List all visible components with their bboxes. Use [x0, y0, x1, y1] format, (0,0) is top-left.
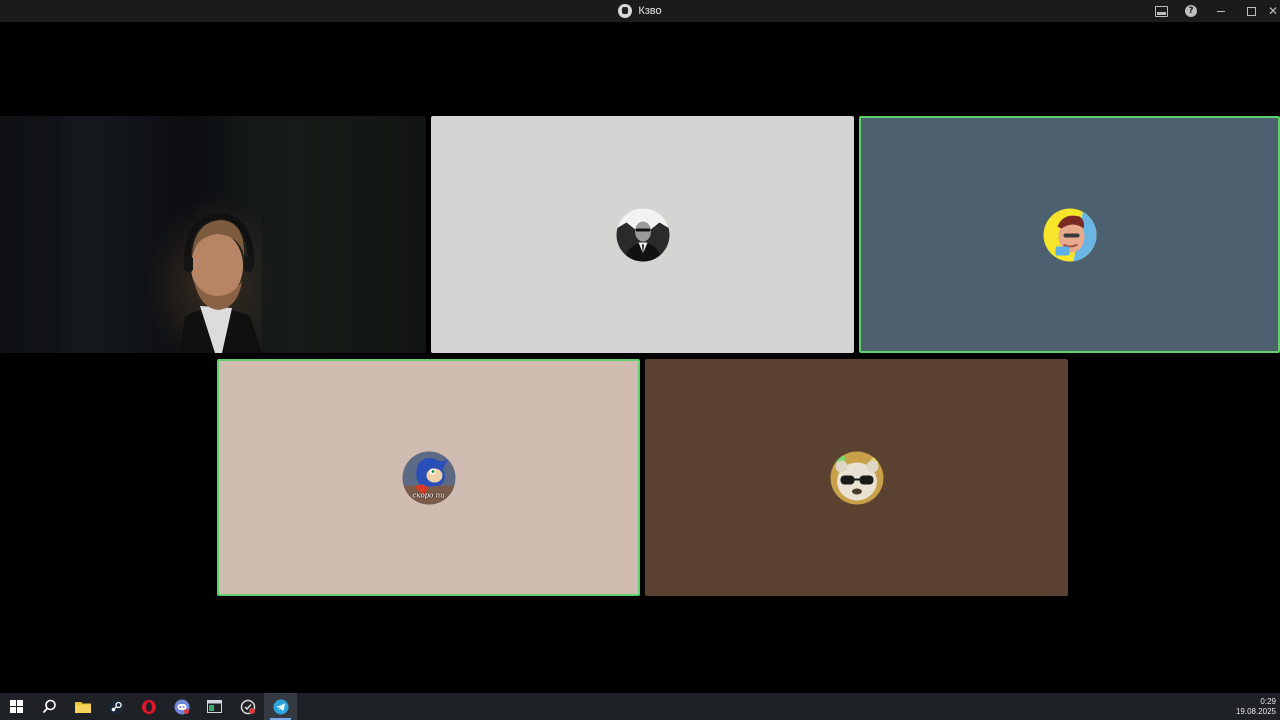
participant-tile-5[interactable] [645, 359, 1068, 596]
participant-tile-2[interactable] [431, 116, 854, 353]
sonic-avatar: скоро пи [402, 451, 455, 504]
maximize-button[interactable] [1236, 0, 1266, 22]
minimize-button[interactable] [1206, 0, 1236, 22]
start-button[interactable] [0, 693, 33, 720]
steam-icon [108, 699, 123, 714]
screen-share-button[interactable] [1146, 0, 1176, 22]
avatar-caption: скоро пи [412, 491, 445, 499]
taskbar [0, 693, 1280, 720]
help-icon: ? [1185, 5, 1197, 17]
minimize-icon [1217, 10, 1225, 12]
participant-tile-4[interactable]: скоро пи [217, 359, 640, 596]
telegram-icon [273, 699, 288, 714]
title-bar: Кзво ? ✕ [0, 0, 1280, 22]
discord-icon [174, 699, 189, 714]
participant-tile-3[interactable] [859, 116, 1280, 353]
participant-tile-video[interactable] [0, 116, 426, 353]
taskbar-discord[interactable] [165, 693, 198, 720]
man-in-suit-avatar [616, 208, 669, 261]
screen-share-icon [1154, 5, 1168, 17]
window-app-icon [207, 700, 222, 713]
search-button[interactable] [33, 693, 66, 720]
window-controls: ? ✕ [1146, 0, 1280, 22]
taskbar-window-app[interactable] [198, 693, 231, 720]
window-title-group: Кзво [618, 4, 662, 18]
close-icon: ✕ [1267, 4, 1279, 18]
cartoon-hero-avatar [1043, 208, 1096, 261]
taskbar-vpn-app[interactable] [231, 693, 264, 720]
system-clock[interactable]: 0:29 19.08.2025 [1236, 693, 1276, 720]
opera-icon [141, 699, 156, 714]
call-app-icon [618, 4, 633, 18]
close-button[interactable]: ✕ [1266, 0, 1280, 22]
taskbar-steam[interactable] [99, 693, 132, 720]
taskbar-file-explorer[interactable] [66, 693, 99, 720]
webcam-video [0, 116, 426, 353]
maximize-icon [1246, 6, 1256, 16]
windows-start-icon [10, 700, 23, 713]
help-button[interactable]: ? [1176, 0, 1206, 22]
vpn-app-icon [240, 699, 255, 714]
bear-with-sunglasses-avatar [830, 451, 883, 504]
window-title: Кзво [638, 5, 662, 17]
file-explorer-icon [74, 702, 91, 713]
search-icon [42, 699, 56, 714]
taskbar-opera[interactable] [132, 693, 165, 720]
clock-date: 19.08.2025 [1235, 706, 1276, 716]
clock-time: 0:29 [1260, 696, 1276, 706]
taskbar-telegram[interactable] [264, 693, 297, 720]
